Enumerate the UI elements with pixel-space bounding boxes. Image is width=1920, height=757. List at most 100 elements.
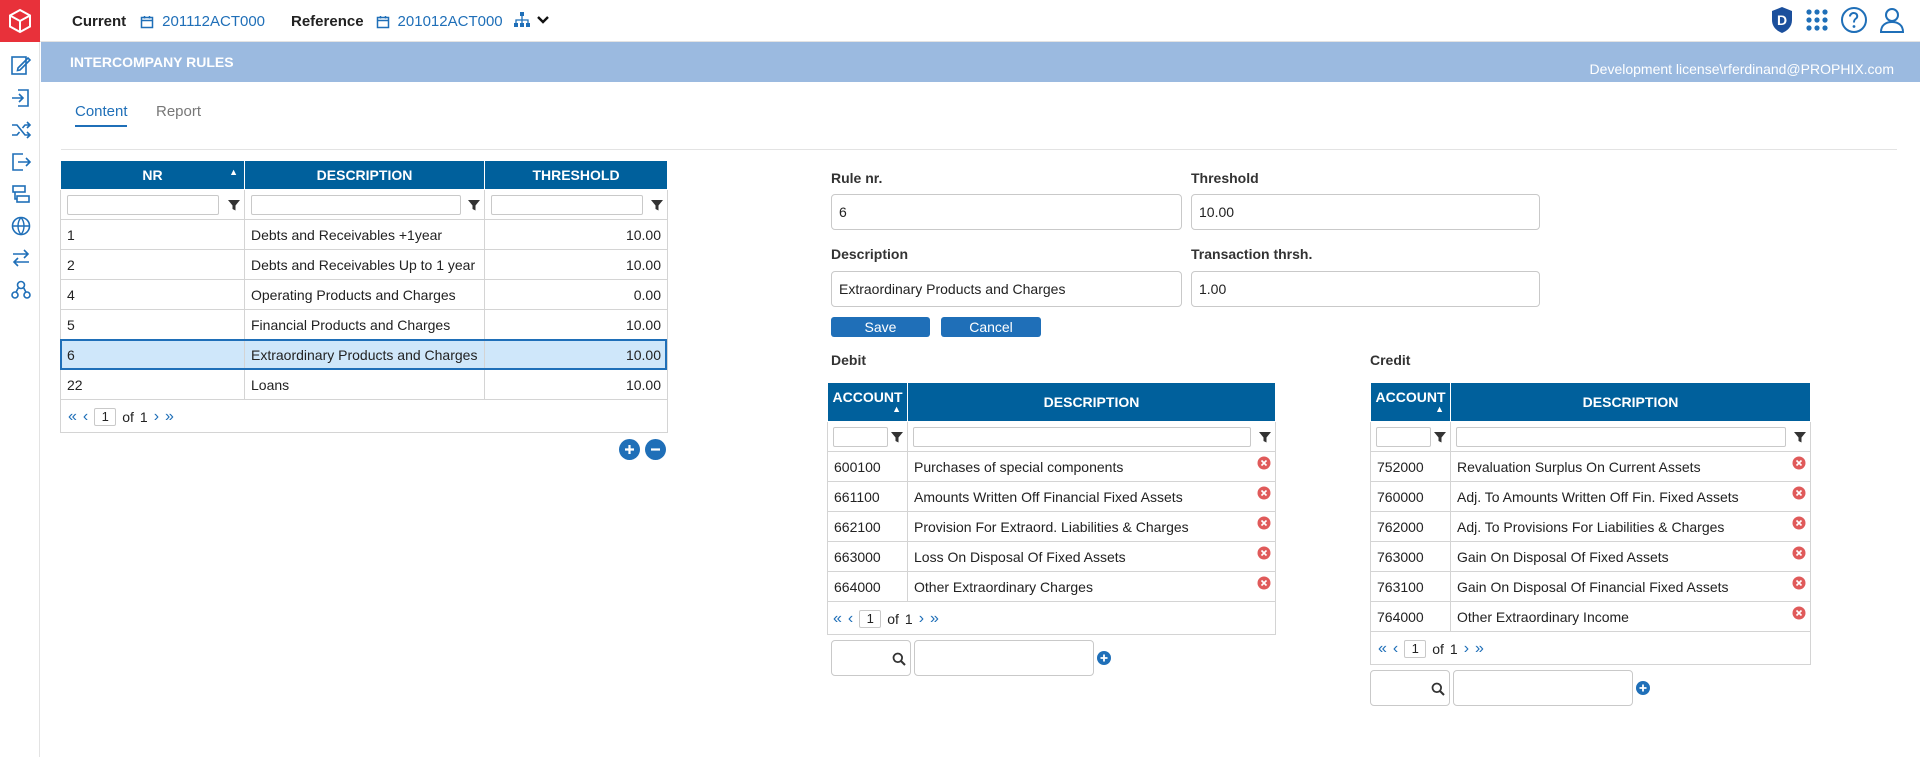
column-header-nr[interactable]: NR ▲: [60, 160, 245, 190]
page-number-input[interactable]: 1: [94, 408, 117, 426]
filter-icon[interactable]: [1433, 430, 1447, 444]
filter-icon[interactable]: [1258, 430, 1272, 444]
calendar-icon[interactable]: [140, 15, 154, 29]
rule-nr-field[interactable]: 6: [831, 194, 1182, 230]
description-filter-input[interactable]: [1456, 426, 1786, 447]
prev-page-icon[interactable]: ‹: [848, 611, 853, 627]
add-debit-account-button[interactable]: [1097, 651, 1111, 665]
table-row[interactable]: 2 Debts and Receivables Up to 1 year 10.…: [60, 249, 668, 280]
hierarchy-selector[interactable]: [513, 11, 551, 29]
remove-icon[interactable]: [1792, 516, 1806, 530]
org-structure-icon[interactable]: [10, 279, 32, 301]
calendar-icon[interactable]: [376, 15, 390, 29]
next-page-icon[interactable]: ›: [154, 409, 159, 425]
table-row[interactable]: 760000 Adj. To Amounts Written Off Fin. …: [1370, 481, 1811, 512]
table-row[interactable]: 22 Loans 10.00: [60, 369, 668, 400]
edit-document-icon[interactable]: [10, 54, 32, 76]
filter-icon[interactable]: [227, 198, 241, 212]
help-icon[interactable]: [1840, 6, 1868, 34]
filter-icon[interactable]: [650, 198, 664, 212]
remove-icon[interactable]: [1792, 486, 1806, 500]
tab-content[interactable]: Content: [75, 103, 128, 120]
last-page-icon[interactable]: »: [165, 409, 174, 425]
save-button[interactable]: Save: [831, 317, 930, 337]
table-row[interactable]: 763100 Gain On Disposal Of Financial Fix…: [1370, 571, 1811, 602]
remove-icon[interactable]: [1257, 576, 1271, 590]
remove-icon[interactable]: [1257, 546, 1271, 560]
table-row-selected[interactable]: 6 Extraordinary Products and Charges 10.…: [60, 339, 668, 370]
table-row[interactable]: 764000 Other Extraordinary Income: [1370, 601, 1811, 632]
account-cell: 663000: [827, 541, 908, 572]
table-row[interactable]: 1 Debts and Receivables +1year 10.00: [60, 219, 668, 250]
last-page-icon[interactable]: »: [930, 611, 939, 627]
debit-account-search[interactable]: [831, 640, 911, 676]
remove-icon[interactable]: [1257, 486, 1271, 500]
filter-icon[interactable]: [467, 198, 481, 212]
add-rule-button[interactable]: [619, 439, 640, 460]
first-page-icon[interactable]: «: [833, 611, 842, 627]
apps-grid-icon[interactable]: [1804, 7, 1830, 33]
table-row[interactable]: 662100 Provision For Extraord. Liabiliti…: [827, 511, 1276, 542]
first-page-icon[interactable]: «: [1378, 641, 1387, 657]
remove-icon[interactable]: [1792, 576, 1806, 590]
reference-period-link[interactable]: 201012ACT000: [398, 13, 503, 30]
page-number-input[interactable]: 1: [859, 610, 882, 628]
table-row[interactable]: 763000 Gain On Disposal Of Fixed Assets: [1370, 541, 1811, 572]
filter-icon[interactable]: [890, 430, 904, 444]
table-row[interactable]: 600100 Purchases of special components: [827, 451, 1276, 482]
layers-icon[interactable]: [10, 183, 32, 205]
transfer-icon[interactable]: [10, 247, 32, 269]
current-period-link[interactable]: 201112ACT000: [162, 13, 265, 30]
page-number-input[interactable]: 1: [1404, 640, 1427, 658]
user-shield-badge[interactable]: D: [1770, 6, 1794, 34]
prev-page-icon[interactable]: ‹: [83, 409, 88, 425]
prev-page-icon[interactable]: ‹: [1393, 641, 1398, 657]
table-row[interactable]: 663000 Loss On Disposal Of Fixed Assets: [827, 541, 1276, 572]
description-filter-input[interactable]: [913, 426, 1251, 447]
column-header-account[interactable]: ACCOUNT ▲: [827, 382, 908, 422]
column-header-threshold[interactable]: THRESHOLD: [484, 160, 668, 190]
active-tab-indicator: [75, 125, 127, 127]
account-filter-input[interactable]: [833, 426, 888, 447]
column-header-description[interactable]: DESCRIPTION: [244, 160, 485, 190]
column-header-account[interactable]: ACCOUNT ▲: [1370, 382, 1451, 422]
user-icon[interactable]: [1878, 6, 1906, 34]
remove-icon[interactable]: [1257, 516, 1271, 530]
table-row[interactable]: 661100 Amounts Written Off Financial Fix…: [827, 481, 1276, 512]
import-icon[interactable]: [10, 87, 32, 109]
threshold-field[interactable]: 10.00: [1191, 194, 1540, 230]
remove-icon[interactable]: [1792, 606, 1806, 620]
table-row[interactable]: 752000 Revaluation Surplus On Current As…: [1370, 451, 1811, 482]
table-row[interactable]: 664000 Other Extraordinary Charges: [827, 571, 1276, 602]
remove-icon[interactable]: [1792, 456, 1806, 470]
table-row[interactable]: 762000 Adj. To Provisions For Liabilitie…: [1370, 511, 1811, 542]
description-filter-input[interactable]: [251, 194, 461, 215]
first-page-icon[interactable]: «: [68, 409, 77, 425]
tab-report[interactable]: Report: [156, 103, 201, 120]
column-header-description[interactable]: DESCRIPTION: [1450, 382, 1811, 422]
last-page-icon[interactable]: »: [1475, 641, 1484, 657]
nr-filter-input[interactable]: [67, 194, 219, 215]
cancel-button[interactable]: Cancel: [941, 317, 1041, 337]
description-field[interactable]: Extraordinary Products and Charges: [831, 271, 1182, 307]
threshold-filter-input[interactable]: [491, 194, 643, 215]
next-page-icon[interactable]: ›: [1464, 641, 1469, 657]
table-row[interactable]: 5 Financial Products and Charges 10.00: [60, 309, 668, 340]
column-header-description[interactable]: DESCRIPTION: [907, 382, 1276, 422]
account-filter-input[interactable]: [1376, 426, 1431, 447]
add-credit-account-button[interactable]: [1636, 681, 1650, 695]
globe-icon[interactable]: [10, 215, 32, 237]
remove-rule-button[interactable]: [645, 439, 666, 460]
debit-description-input[interactable]: [914, 640, 1094, 676]
table-row[interactable]: 4 Operating Products and Charges 0.00: [60, 279, 668, 310]
transaction-threshold-field[interactable]: 1.00: [1191, 271, 1540, 307]
credit-description-input[interactable]: [1453, 670, 1633, 706]
filter-icon[interactable]: [1793, 430, 1807, 444]
credit-account-search[interactable]: [1370, 670, 1450, 706]
shuffle-icon[interactable]: [10, 119, 32, 141]
export-icon[interactable]: [10, 151, 32, 173]
next-page-icon[interactable]: ›: [919, 611, 924, 627]
remove-icon[interactable]: [1792, 546, 1806, 560]
remove-icon[interactable]: [1257, 456, 1271, 470]
app-logo[interactable]: [0, 0, 40, 42]
